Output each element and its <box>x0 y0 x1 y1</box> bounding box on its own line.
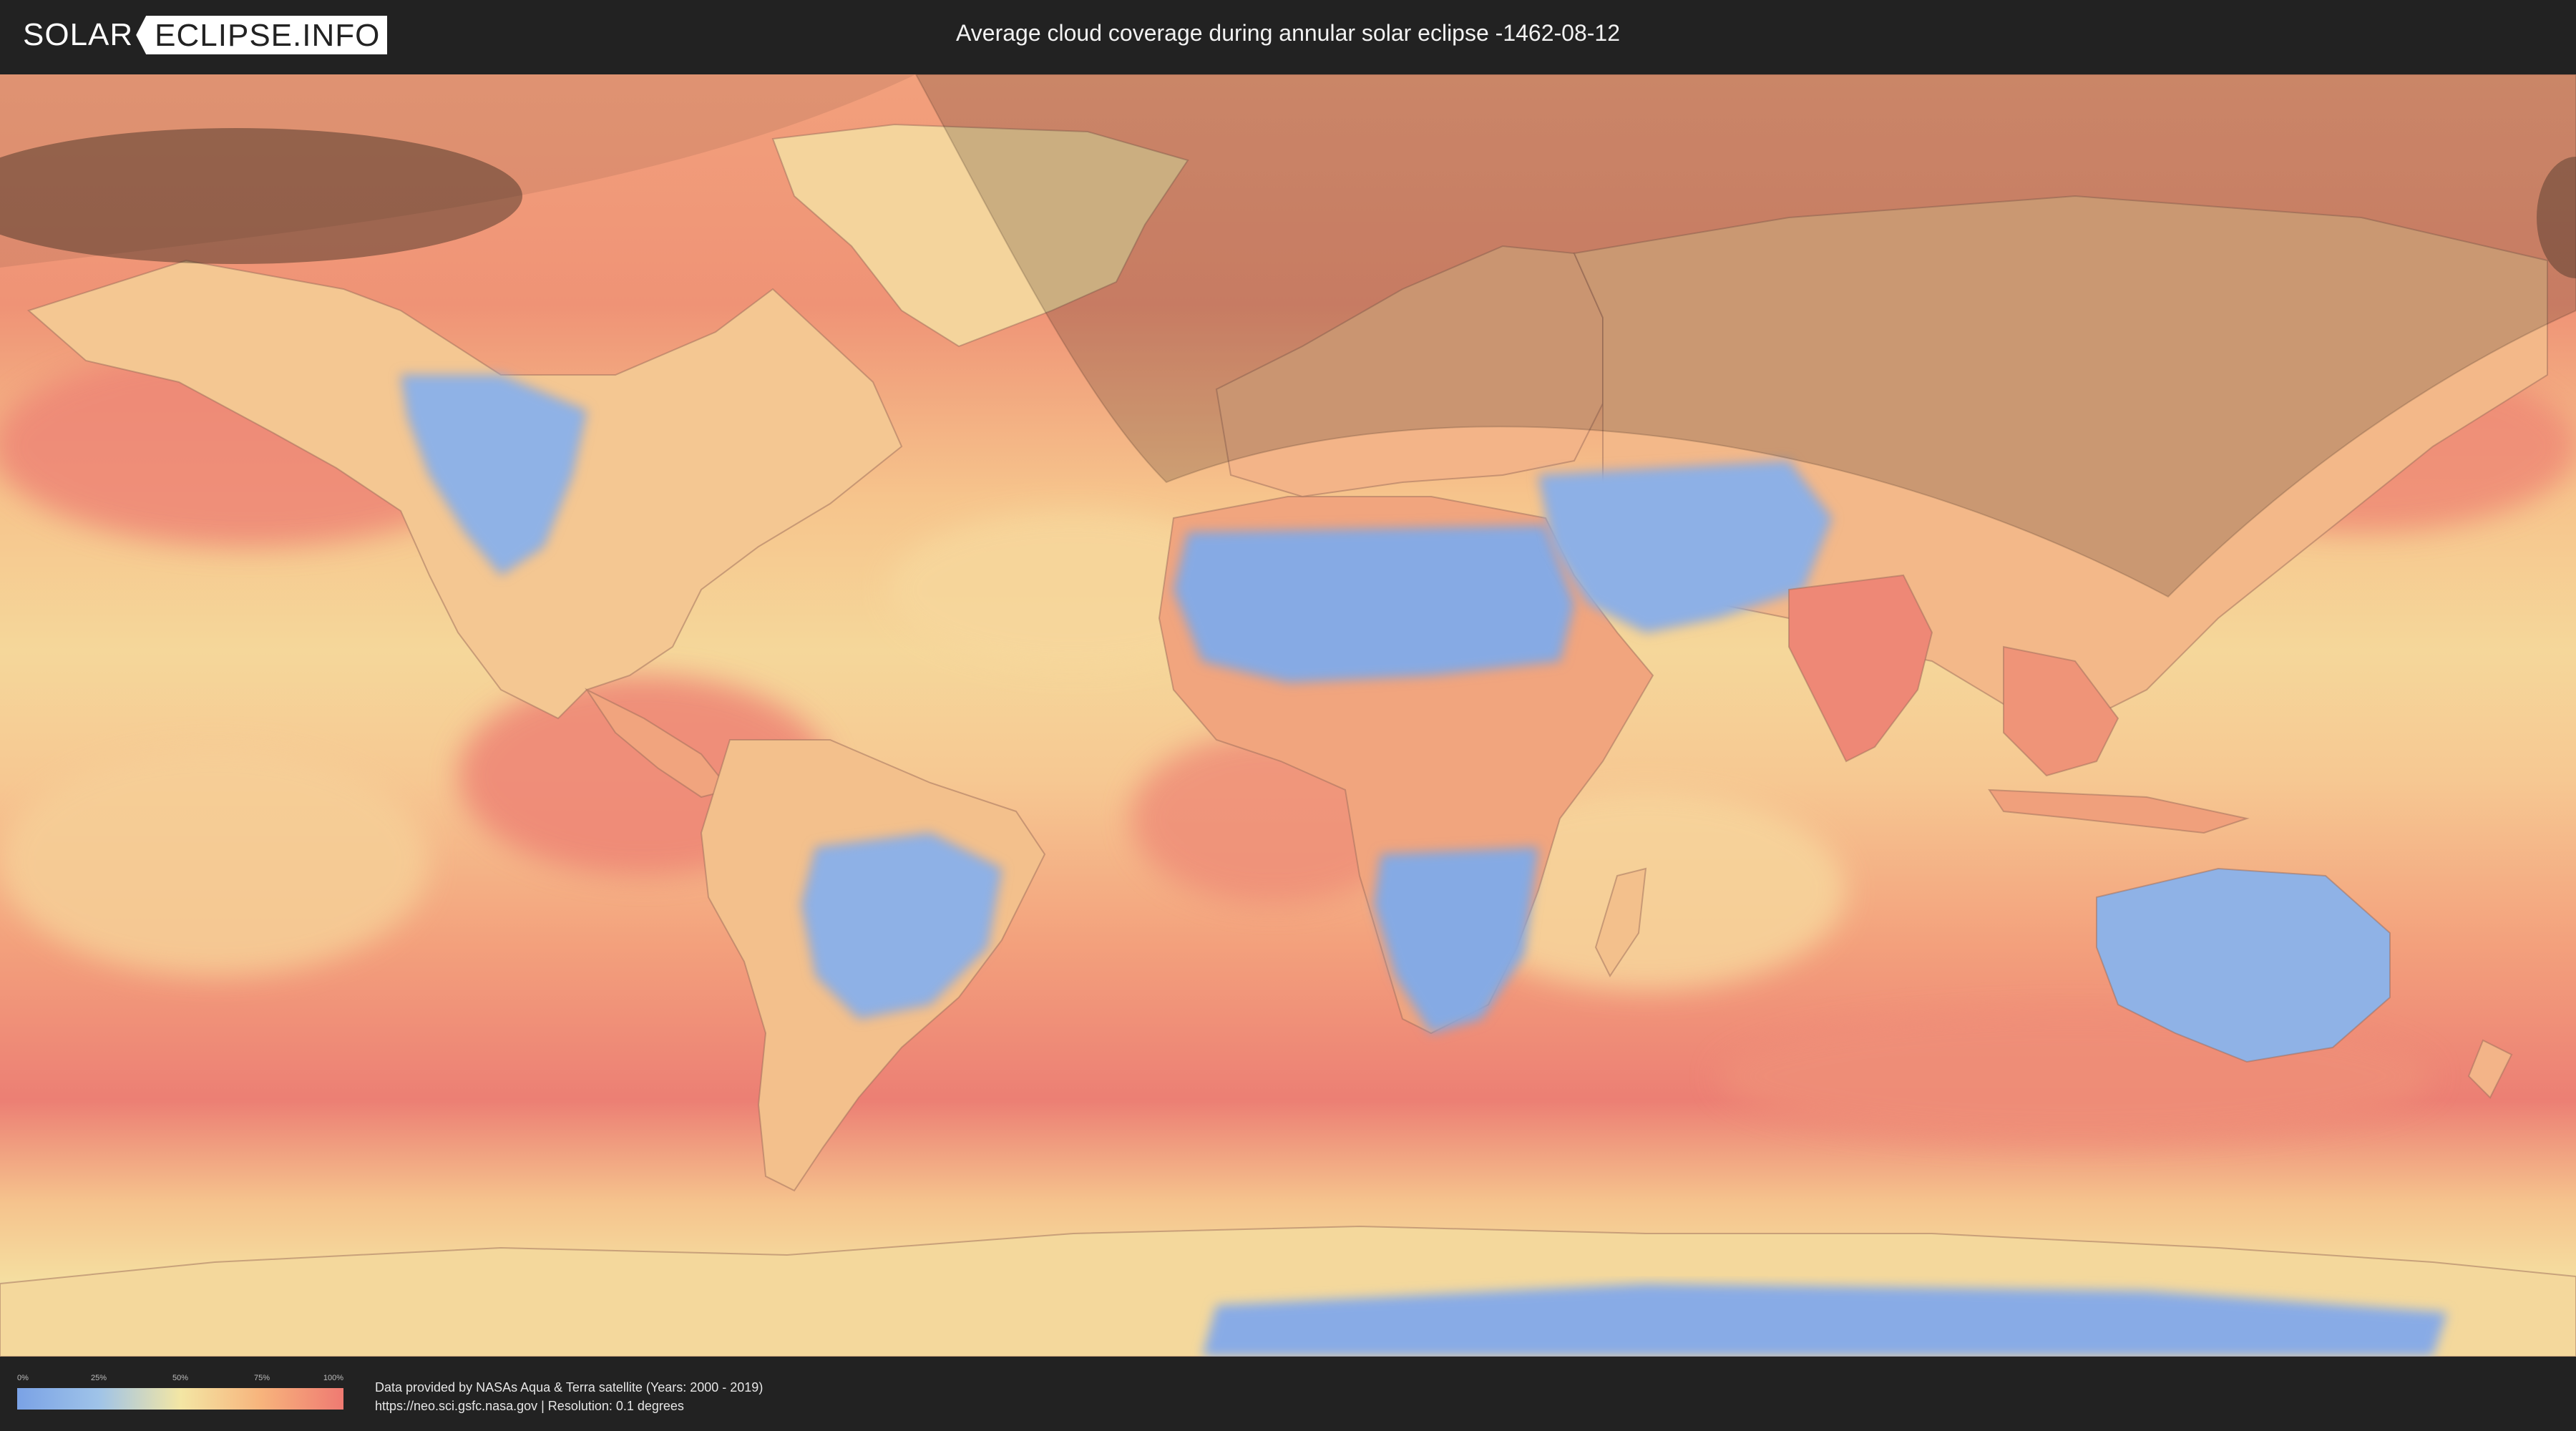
data-credits: Data provided by NASAs Aqua & Terra sate… <box>375 1378 763 1415</box>
legend-tick-75: 75% <box>253 1374 270 1382</box>
header-bar: SOLAR ECLIPSE.INFO Average cloud coverag… <box>0 0 2576 72</box>
legend-tick-100: 100% <box>323 1374 344 1382</box>
legend-ticks: 0% 25% 50% 75% 100% <box>17 1374 343 1384</box>
cloud-coverage-legend: 0% 25% 50% 75% 100% <box>17 1374 343 1410</box>
world-map-svg <box>0 74 2576 1357</box>
page-title: Average cloud coverage during annular so… <box>956 20 1620 46</box>
credits-line-2[interactable]: https://neo.sci.gsfc.nasa.gov | Resoluti… <box>375 1397 763 1415</box>
legend-tick-0: 0% <box>17 1374 29 1382</box>
footer-bar: 0% 25% 50% 75% 100% Data provided by NAS… <box>0 1359 2576 1431</box>
legend-tick-25: 25% <box>90 1374 107 1382</box>
sahara-clear <box>1172 524 1576 684</box>
credits-line-1: Data provided by NASAs Aqua & Terra sate… <box>375 1380 763 1395</box>
legend-tick-50: 50% <box>172 1374 189 1382</box>
legend-color-bar <box>17 1388 343 1410</box>
cloud-coverage-map[interactable] <box>0 74 2576 1357</box>
